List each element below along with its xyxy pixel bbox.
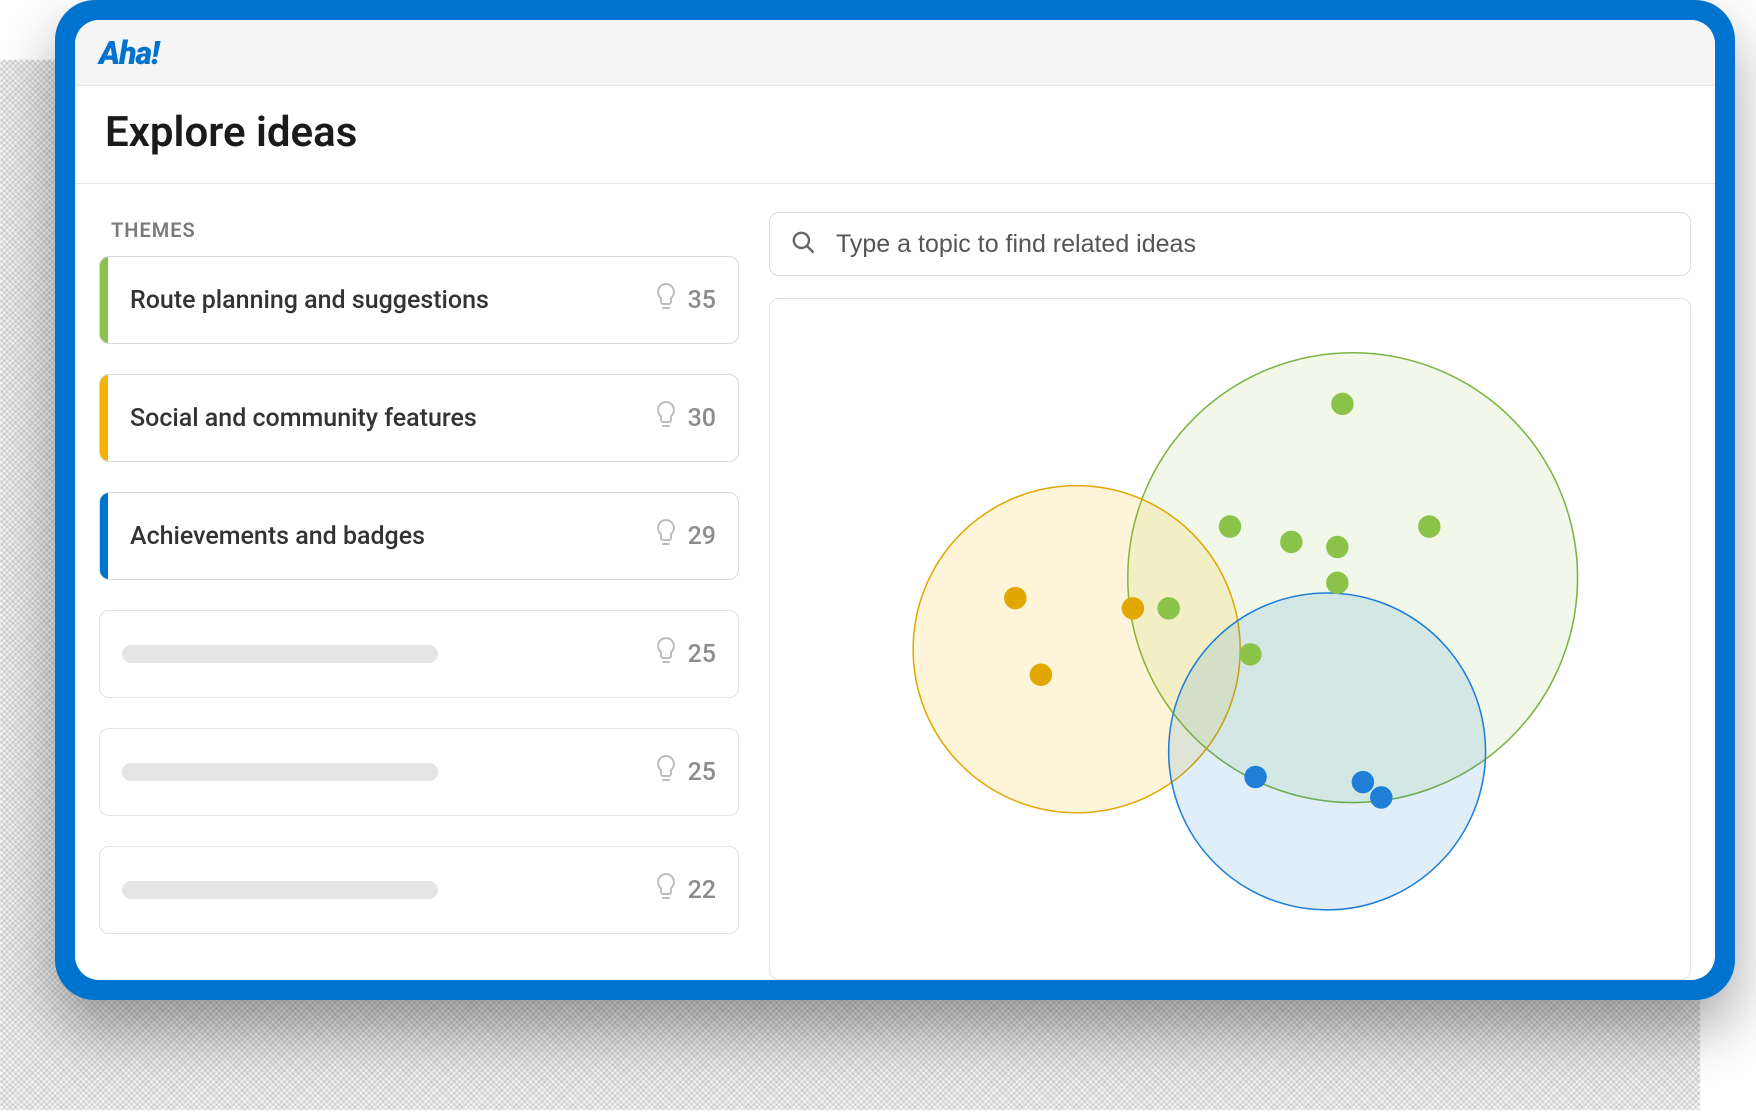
theme-accent [100,493,108,579]
theme-card-1[interactable]: Social and community features 30 [99,374,739,462]
theme-count: 30 [654,400,738,437]
theme-card-0[interactable]: Route planning and suggestions 35 [99,256,739,344]
dot-green-6[interactable] [1219,515,1241,537]
page-title: Explore ideas [105,108,1685,157]
theme-count: 29 [654,518,738,555]
dot-green-2[interactable] [1326,536,1348,558]
theme-count-value: 22 [688,876,716,905]
dot-green-0[interactable] [1331,393,1353,415]
theme-card-3[interactable]: 25 [99,610,739,698]
dot-blue-1[interactable] [1352,771,1374,793]
theme-label: Route planning and suggestions [108,286,654,315]
lightbulb-icon [654,754,678,791]
dot-green-3[interactable] [1326,572,1348,594]
titlebar: Aha! [75,20,1715,86]
theme-count-value: 25 [688,758,716,787]
theme-count: 35 [654,282,738,319]
topic-search-input[interactable] [836,230,1670,259]
theme-accent [100,257,108,343]
app-window: Aha! Explore ideas THEMES Route planning… [75,20,1715,980]
dot-green-1[interactable] [1280,531,1302,553]
lightbulb-icon [654,518,678,555]
theme-count-value: 35 [688,286,716,315]
theme-count: 25 [654,636,738,673]
topic-search[interactable] [769,212,1691,276]
theme-label: Achievements and badges [108,522,654,551]
dot-blue-0[interactable] [1244,766,1266,788]
theme-card-4[interactable]: 25 [99,728,739,816]
dot-green-5[interactable] [1239,643,1261,665]
theme-count-value: 30 [688,404,716,433]
cluster-blue[interactable] [1169,593,1486,910]
theme-count: 25 [654,754,738,791]
lightbulb-icon [654,636,678,673]
dot-yellow-2[interactable] [1122,597,1144,619]
page-header: Explore ideas [75,86,1715,184]
content-area: THEMES Route planning and suggestions 35 S… [75,184,1715,980]
theme-count: 22 [654,872,738,909]
dot-green-4[interactable] [1418,515,1440,537]
dot-green-7[interactable] [1157,597,1179,619]
dot-yellow-0[interactable] [1004,587,1026,609]
theme-placeholder-bar [122,881,632,899]
theme-count-value: 29 [688,522,716,551]
lightbulb-icon [654,282,678,319]
themes-sidebar: THEMES Route planning and suggestions 35 S… [99,212,739,980]
theme-count-value: 25 [688,640,716,669]
lightbulb-icon [654,872,678,909]
search-icon [790,229,816,259]
theme-placeholder-bar [122,763,632,781]
theme-accent [100,375,108,461]
theme-placeholder-bar [122,645,632,663]
cluster-svg [770,299,1690,979]
dot-blue-2[interactable] [1370,786,1392,808]
cluster-visualization[interactable] [769,298,1691,980]
dot-yellow-1[interactable] [1030,664,1052,686]
brand-logo: Aha! [99,34,159,72]
main-panel [769,212,1691,980]
lightbulb-icon [654,400,678,437]
theme-card-5[interactable]: 22 [99,846,739,934]
themes-list: Route planning and suggestions 35 Social a… [99,256,739,934]
theme-card-2[interactable]: Achievements and badges 29 [99,492,739,580]
theme-label: Social and community features [108,404,654,433]
device-frame: Aha! Explore ideas THEMES Route planning… [55,0,1735,1000]
themes-heading: THEMES [99,212,739,256]
